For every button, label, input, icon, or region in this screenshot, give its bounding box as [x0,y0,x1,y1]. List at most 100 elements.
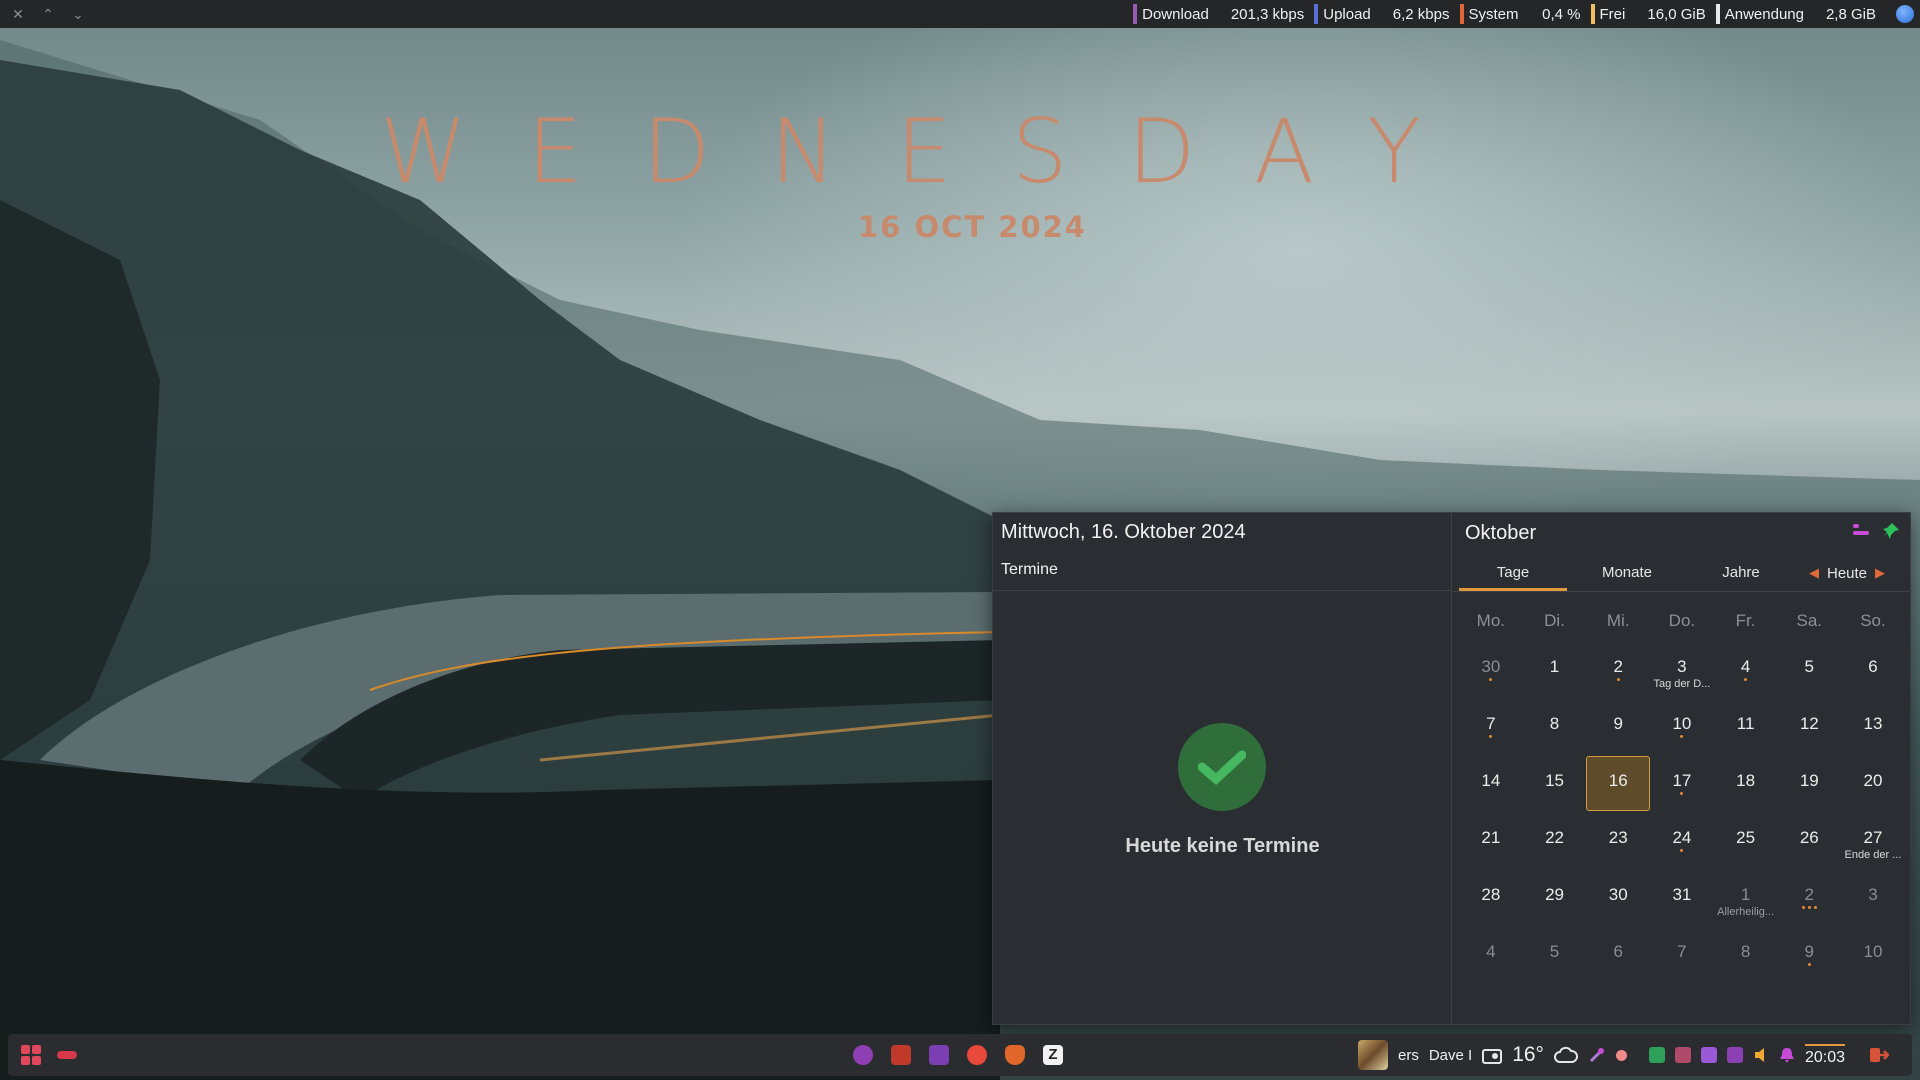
day-cell[interactable]: 27 Ende der ... [1841,812,1905,869]
monitor-bar [1715,4,1720,24]
terminal-app-icon[interactable] [929,1045,949,1065]
day-cell[interactable]: 9 [1586,698,1650,755]
day-cell[interactable]: 9 [1777,926,1841,983]
media-title[interactable]: ers [1398,1047,1419,1064]
day-cell[interactable]: 26 [1777,812,1841,869]
event-dot [1680,849,1684,852]
record-dot-icon[interactable] [1615,1049,1627,1061]
globe-icon[interactable] [1896,5,1914,23]
files-app-icon[interactable] [891,1045,911,1065]
day-cell[interactable]: 19 [1777,755,1841,812]
radio-icon[interactable] [1482,1046,1503,1064]
monitor-application: Anwendung 2,8 GiB [1715,0,1886,28]
monitor-label: Download [1142,5,1209,23]
event-dots [1777,906,1841,909]
network-icon[interactable] [1726,1047,1743,1063]
system-monitor[interactable]: Download 201,3 kbps Upload 6,2 kbps Syst… [1133,0,1886,28]
event-dot [1744,678,1748,681]
chevron-down-icon[interactable]: ⌄ [70,6,86,23]
day-cell[interactable]: 3 [1841,869,1905,926]
day-cell-today[interactable]: 16 [1586,755,1651,812]
day-cell[interactable]: 5 [1523,926,1587,983]
day-cell[interactable]: 1 [1523,641,1587,698]
logout-icon[interactable] [1869,1046,1890,1064]
day-number: 19 [1799,771,1819,790]
day-cell[interactable]: 21 [1459,812,1523,869]
day-cell[interactable]: 8 [1523,698,1587,755]
day-cell[interactable]: 10 [1650,698,1714,755]
monitor-system: System 0,4 % [1459,0,1591,28]
brave-app-icon[interactable] [1005,1045,1025,1065]
media-cover-art[interactable] [1358,1040,1388,1070]
week-row: 7 8 9 10 11 12 13 [1459,698,1905,755]
day-cell[interactable]: 15 [1523,755,1587,812]
tab-years[interactable]: Jahre [1687,555,1795,591]
color-picker-icon[interactable] [1588,1046,1606,1064]
day-number: 26 [1799,828,1819,847]
day-cell[interactable]: 4 [1459,926,1523,983]
zed-app-icon[interactable]: Z [1043,1045,1063,1065]
day-cell[interactable]: 13 [1841,698,1905,755]
day-cell[interactable]: 24 [1650,812,1714,869]
day-cell[interactable]: 7 [1650,926,1714,983]
configure-icon[interactable] [1851,521,1871,541]
day-cell[interactable]: 30 [1459,641,1523,698]
day-cell[interactable]: 6 [1586,926,1650,983]
day-cell[interactable]: 22 [1523,812,1587,869]
tab-months[interactable]: Monate [1573,555,1681,591]
previous-arrow-icon[interactable]: ◀ [1809,565,1819,581]
day-cell[interactable]: 14 [1459,755,1523,812]
day-cell[interactable]: 8 [1714,926,1778,983]
monitor-free: Frei 16,0 GiB [1590,0,1716,28]
day-cell[interactable]: 29 [1523,869,1587,926]
day-cell[interactable]: 2 [1777,869,1841,926]
day-number: 30 [1481,657,1501,676]
firefox-app-icon[interactable] [967,1045,987,1065]
user-label[interactable]: Dave I [1429,1047,1472,1064]
day-number: 8 [1740,942,1751,961]
day-cell[interactable]: 23 [1586,812,1650,869]
temperature[interactable]: 16° [1512,1043,1544,1067]
day-cell[interactable]: 4 [1714,641,1778,698]
day-cell[interactable]: 12 [1777,698,1841,755]
day-cell[interactable]: 2 [1586,641,1650,698]
day-cell[interactable]: 6 [1841,641,1905,698]
notification-icon[interactable] [1779,1047,1795,1063]
day-cell[interactable]: 18 [1714,755,1778,812]
clock[interactable]: 20:03 [1804,1043,1846,1067]
day-number: 1 [1549,657,1560,676]
today-button[interactable]: Heute [1827,565,1867,582]
day-cell[interactable]: 17 [1650,755,1714,812]
next-arrow-icon[interactable]: ▶ [1875,565,1885,581]
day-cell[interactable]: 3 Tag der D... [1650,641,1714,698]
cloud-icon[interactable] [1554,1046,1578,1064]
day-cell[interactable]: 20 [1841,755,1905,812]
volume-icon[interactable] [1753,1047,1769,1063]
close-icon[interactable]: ✕ [10,6,26,23]
day-of-week-title: WEDNESDAY [380,100,1481,203]
day-cell[interactable]: 1 Allerheilig... [1714,869,1778,926]
day-number: 18 [1736,771,1756,790]
day-number: 5 [1804,657,1815,676]
weekday-label: Mi. [1606,611,1630,630]
pin-icon[interactable] [1881,521,1901,541]
tab-days[interactable]: Tage [1459,555,1567,591]
day-number: 20 [1863,771,1883,790]
event-dots [1459,735,1523,738]
lock-icon[interactable] [1648,1047,1665,1063]
day-cell[interactable]: 30 [1586,869,1650,926]
clipboard-icon[interactable] [1700,1047,1717,1063]
toggle-icon[interactable] [56,1044,78,1066]
day-cell[interactable]: 10 [1841,926,1905,983]
chevron-up-icon[interactable]: ⌃ [40,6,56,23]
app-grid-icon[interactable] [20,1044,42,1066]
day-cell[interactable]: 11 [1714,698,1778,755]
settings-app-icon[interactable] [853,1045,873,1065]
plugin-icon[interactable] [1674,1047,1691,1063]
day-cell[interactable]: 7 [1459,698,1523,755]
day-cell[interactable]: 25 [1714,812,1778,869]
day-cell[interactable]: 5 [1777,641,1841,698]
day-cell[interactable]: 28 [1459,869,1523,926]
week-row: 21 22 23 24 25 26 27 Ende der ... [1459,812,1905,869]
day-cell[interactable]: 31 [1650,869,1714,926]
